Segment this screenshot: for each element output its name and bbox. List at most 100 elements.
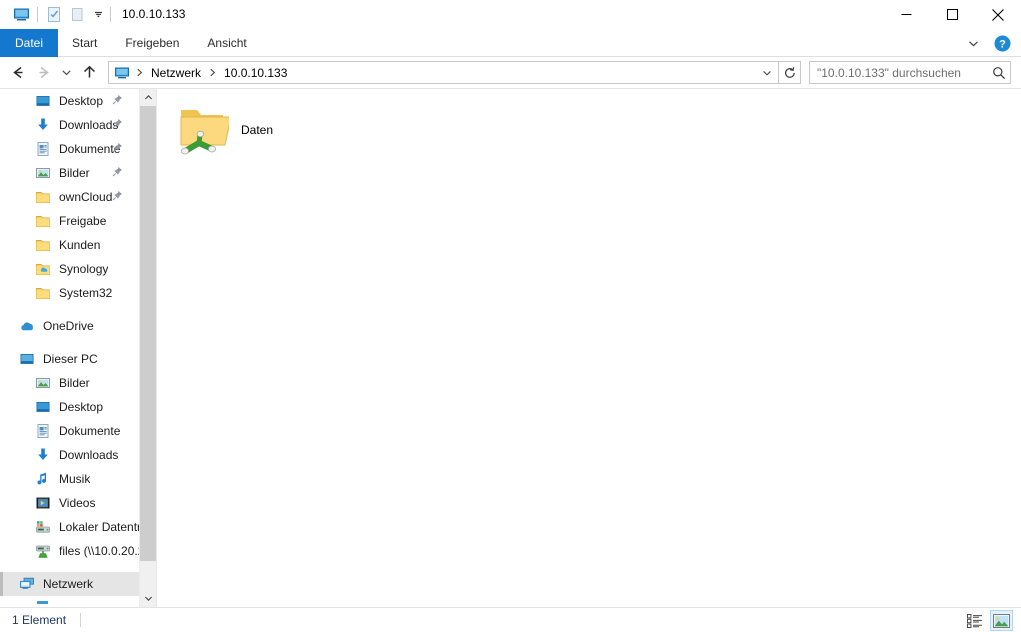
- ribbon-tab-bar: Datei Start Freigeben Ansicht ?: [0, 29, 1021, 57]
- view-mode-buttons: [963, 608, 1013, 632]
- sidebar-item-musik[interactable]: Musik: [0, 467, 139, 491]
- pin-icon[interactable]: [112, 142, 123, 156]
- scrollbar-thumb[interactable]: [140, 106, 156, 561]
- navigation-tree: Desktop Downloads Dokumente Bilder ownCl…: [0, 89, 139, 607]
- chevron-down-icon[interactable]: [962, 32, 984, 54]
- sidebar-item-owncloud[interactable]: ownCloud: [0, 185, 139, 209]
- sidebar-item-dokumente-pc[interactable]: Dokumente: [0, 419, 139, 443]
- properties-icon[interactable]: [42, 4, 66, 26]
- quick-access-toolbar: [0, 0, 115, 29]
- pin-icon[interactable]: [112, 94, 123, 108]
- scroll-up-icon[interactable]: [140, 89, 156, 106]
- quick-access-dropdown-icon[interactable]: [90, 4, 106, 26]
- sidebar-item-label: Desktop: [59, 400, 104, 414]
- sidebar-item-downloads-pc[interactable]: Downloads: [0, 443, 139, 467]
- address-bar-row: Netzwerk 10.0.10.133: [0, 57, 1021, 88]
- sidebar-item-label: Freigabe: [59, 214, 107, 228]
- ribbon-right-controls: ?: [962, 29, 1017, 57]
- sidebar-item-label: Dieser PC: [43, 352, 98, 366]
- file-list-view[interactable]: Daten: [157, 89, 1021, 607]
- sidebar-item-bilder-qa[interactable]: Bilder: [0, 161, 139, 185]
- pictures-icon: [34, 164, 52, 182]
- breadcrumb-separator-0[interactable]: [133, 67, 146, 78]
- maximize-button[interactable]: [929, 0, 975, 29]
- search-input[interactable]: [817, 65, 992, 80]
- address-dropdown-icon[interactable]: [758, 62, 776, 83]
- new-folder-icon[interactable]: [66, 4, 90, 26]
- forward-button: [31, 60, 56, 86]
- onedrive-icon: [18, 317, 36, 335]
- sidebar-item-label: Videos: [59, 496, 96, 510]
- list-item-label: Daten: [241, 123, 274, 137]
- breadcrumb-item-netzwerk[interactable]: Netzwerk: [146, 66, 206, 80]
- network-icon: [18, 575, 36, 593]
- pin-icon[interactable]: [112, 190, 123, 204]
- sidebar-item-label: Synology: [59, 262, 109, 276]
- sidebar-item-dokumente-qa[interactable]: Dokumente: [0, 137, 139, 161]
- sidebar-item-label: Desktop: [59, 94, 104, 108]
- sidebar-item-label: ownCloud: [59, 190, 113, 204]
- pictures-icon: [34, 374, 52, 392]
- sidebar-item-label: System32: [59, 286, 113, 300]
- scroll-down-icon[interactable]: [140, 590, 156, 607]
- network-computer-icon: [34, 599, 52, 607]
- sidebar-item-freigabe[interactable]: Freigabe: [0, 209, 139, 233]
- sidebar-item-partial[interactable]: [0, 596, 139, 607]
- window-controls: [883, 0, 1021, 29]
- large-icons-view-button[interactable]: [990, 610, 1013, 631]
- address-bar[interactable]: Netzwerk 10.0.10.133: [108, 61, 779, 84]
- sidebar-item-bilder-pc[interactable]: Bilder: [0, 371, 139, 395]
- search-icon: [993, 66, 1006, 79]
- pin-icon[interactable]: [112, 166, 123, 180]
- scrollbar-track[interactable]: [140, 106, 156, 590]
- downloads-icon: [34, 116, 52, 134]
- sidebar-item-desktop-qa[interactable]: Desktop: [0, 89, 139, 113]
- sidebar-item-label: Lokaler Datenträ: [59, 520, 139, 534]
- title-bar: 10.0.10.133: [0, 0, 1021, 29]
- sidebar-item-dieser-pc[interactable]: Dieser PC: [0, 347, 139, 371]
- recent-locations-icon[interactable]: [56, 60, 77, 86]
- shared-folder-icon: [171, 100, 231, 160]
- sidebar-scrollbar[interactable]: [139, 89, 156, 607]
- list-item[interactable]: Daten: [165, 97, 279, 163]
- sidebar-item-synology[interactable]: Synology: [0, 257, 139, 281]
- up-button[interactable]: [77, 60, 102, 86]
- sidebar-item-onedrive[interactable]: OneDrive: [0, 314, 139, 338]
- network-drive-icon: [34, 542, 52, 560]
- sidebar-item-lokaler-datentraeger[interactable]: Lokaler Datenträ: [0, 515, 139, 539]
- this-pc-icon[interactable]: [9, 4, 33, 26]
- search-box[interactable]: [809, 61, 1011, 84]
- tab-start[interactable]: Start: [58, 29, 111, 57]
- toolbar-separator-2: [110, 7, 111, 22]
- sidebar-item-downloads-qa[interactable]: Downloads: [0, 113, 139, 137]
- sidebar-item-label: Downloads: [59, 448, 119, 462]
- pin-icon[interactable]: [112, 118, 123, 132]
- tab-freigeben[interactable]: Freigeben: [111, 29, 193, 57]
- sidebar-item-label: Musik: [59, 472, 91, 486]
- folder-icon: [34, 284, 52, 302]
- folder-icon: [34, 212, 52, 230]
- sidebar-item-label: files (\\10.0.20.2): [59, 544, 139, 558]
- sidebar-item-system32[interactable]: System32: [0, 281, 139, 305]
- sidebar-item-files-network-drive[interactable]: files (\\10.0.20.2): [0, 539, 139, 563]
- breadcrumb-item-host[interactable]: 10.0.10.133: [219, 66, 292, 80]
- details-view-button[interactable]: [963, 610, 986, 631]
- sidebar-item-kunden[interactable]: Kunden: [0, 233, 139, 257]
- sidebar-item-label: Bilder: [59, 376, 90, 390]
- minimize-button[interactable]: [883, 0, 929, 29]
- back-button[interactable]: [6, 60, 31, 86]
- breadcrumb-separator-1[interactable]: [206, 67, 219, 78]
- sidebar-item-videos[interactable]: Videos: [0, 491, 139, 515]
- breadcrumb: Netzwerk 10.0.10.133: [114, 65, 758, 81]
- tab-datei[interactable]: Datei: [0, 29, 58, 57]
- sidebar-item-label: Downloads: [59, 118, 119, 132]
- folder-icon: [34, 188, 52, 206]
- help-icon[interactable]: ?: [992, 33, 1012, 53]
- sidebar-item-desktop-pc[interactable]: Desktop: [0, 395, 139, 419]
- close-button[interactable]: [975, 0, 1021, 29]
- navigation-pane: Desktop Downloads Dokumente Bilder ownCl…: [0, 89, 157, 607]
- tab-ansicht[interactable]: Ansicht: [193, 29, 260, 57]
- sidebar-item-netzwerk[interactable]: Netzwerk: [0, 572, 139, 596]
- refresh-button[interactable]: [779, 61, 801, 84]
- folder-icon: [34, 236, 52, 254]
